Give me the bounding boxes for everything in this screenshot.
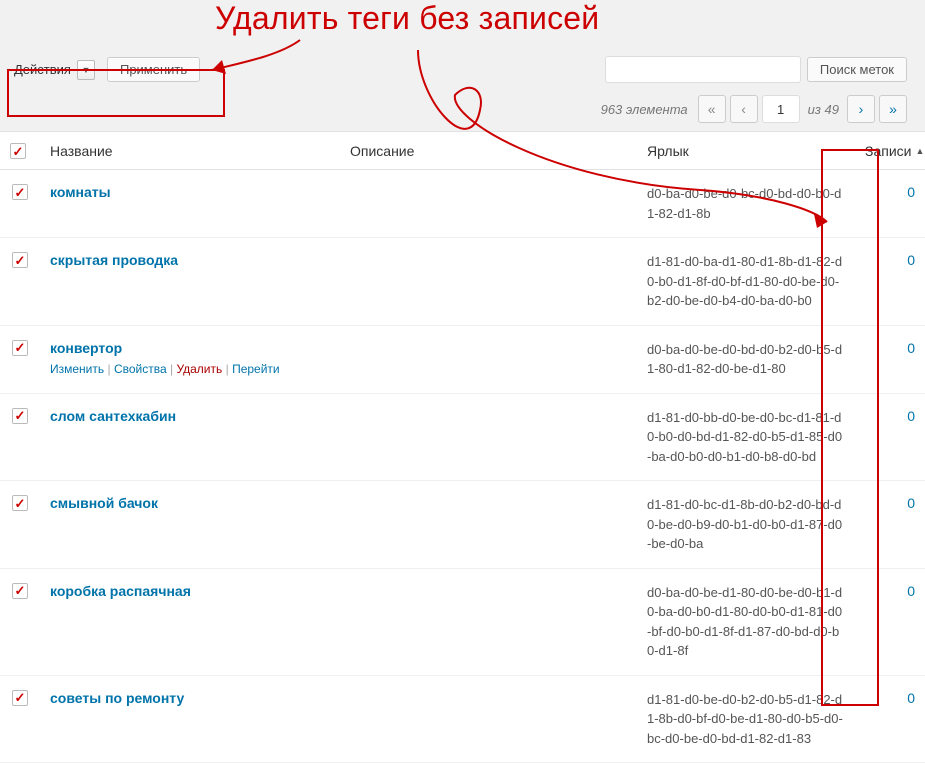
bulk-action-select[interactable]: Действия ▼ — [14, 60, 95, 80]
bulk-actions-group: Действия ▼ Применить — [14, 57, 200, 82]
prev-page-button[interactable]: ‹ — [730, 95, 758, 123]
tag-posts-count[interactable]: 0 — [907, 690, 915, 706]
table-row: скрытая проводка d1-81-d0-ba-d1-80-d1-8b-… — [0, 238, 925, 326]
col-header-description[interactable]: Описание — [340, 132, 637, 170]
table-row: советы по ремонту d1-81-d0-be-d0-b2-d0-b5… — [0, 675, 925, 763]
table-row: коробка распаячная d0-ba-d0-be-d1-80-d0-b… — [0, 568, 925, 675]
tag-description — [340, 170, 637, 238]
row-checkbox[interactable] — [12, 495, 28, 511]
tag-description — [340, 325, 637, 393]
tag-description — [340, 568, 637, 675]
tag-posts-count[interactable]: 0 — [907, 495, 915, 511]
tag-description — [340, 675, 637, 763]
pagination: « ‹ из 49 › » — [698, 95, 907, 123]
tag-posts-count[interactable]: 0 — [907, 408, 915, 424]
table-row: комнаты d0-ba-d0-be-d0-bc-d0-bd-d0-b0-d1-… — [0, 170, 925, 238]
tag-name-link[interactable]: комнаты — [50, 184, 111, 200]
top-toolbar: Действия ▼ Применить Поиск меток — [0, 0, 925, 91]
col-header-posts[interactable]: Записи ▲ — [855, 132, 925, 170]
table-header-row: Название Описание Ярлык Записи ▲ — [0, 132, 925, 170]
tag-slug: d0-ba-d0-be-d0-bd-d0-b2-d0-b5-d1-80-d1-8… — [637, 325, 855, 393]
last-page-button[interactable]: » — [879, 95, 907, 123]
tag-posts-count[interactable]: 0 — [907, 583, 915, 599]
tags-table: Название Описание Ярлык Записи ▲ комнаты… — [0, 131, 925, 763]
search-button[interactable]: Поиск меток — [807, 57, 907, 82]
action-view[interactable]: Перейти — [232, 362, 280, 376]
admin-wrap: Действия ▼ Применить Поиск меток 963 эле… — [0, 0, 925, 763]
chevron-down-icon: ▼ — [77, 60, 95, 80]
tag-description — [340, 481, 637, 569]
table-row: конвертор Изменить | Свойства | Удалить |… — [0, 325, 925, 393]
table-nav: 963 элемента « ‹ из 49 › » — [0, 91, 925, 131]
row-checkbox[interactable] — [12, 184, 28, 200]
item-count: 963 элемента — [601, 102, 688, 117]
table-row: смывной бачок d1-81-d0-bc-d1-8b-d0-b2-d0-… — [0, 481, 925, 569]
col-header-name[interactable]: Название — [40, 132, 340, 170]
tag-slug: d0-ba-d0-be-d0-bc-d0-bd-d0-b0-d1-82-d1-8… — [637, 170, 855, 238]
bulk-action-label: Действия — [14, 62, 71, 77]
tag-name-link[interactable]: слом сантехкабин — [50, 408, 176, 424]
row-checkbox[interactable] — [12, 408, 28, 424]
select-all-checkbox[interactable] — [10, 143, 26, 159]
tag-posts-count[interactable]: 0 — [907, 184, 915, 200]
tag-slug: d1-81-d0-be-d0-b2-d0-b5-d1-82-d1-8b-d0-b… — [637, 675, 855, 763]
tag-description — [340, 393, 637, 481]
tag-name-link[interactable]: скрытая проводка — [50, 252, 178, 268]
search-group: Поиск меток — [605, 56, 907, 83]
tag-slug: d1-81-d0-bb-d0-be-d0-bc-d1-81-d0-b0-d0-b… — [637, 393, 855, 481]
tag-slug: d1-81-d0-ba-d1-80-d1-8b-d1-82-d0-b0-d1-8… — [637, 238, 855, 326]
tag-name-link[interactable]: коробка распаячная — [50, 583, 191, 599]
row-actions: Изменить | Свойства | Удалить | Перейти — [50, 360, 330, 379]
tag-posts-count[interactable]: 0 — [907, 252, 915, 268]
action-edit[interactable]: Изменить — [50, 362, 104, 376]
table-row: слом сантехкабин d1-81-d0-bb-d0-be-d0-bc-… — [0, 393, 925, 481]
tag-slug: d0-ba-d0-be-d1-80-d0-be-d0-b1-d0-ba-d0-b… — [637, 568, 855, 675]
tag-name-link[interactable]: смывной бачок — [50, 495, 158, 511]
search-input[interactable] — [605, 56, 801, 83]
tag-name-link[interactable]: советы по ремонту — [50, 690, 184, 706]
page-total: из 49 — [808, 102, 839, 117]
row-checkbox[interactable] — [12, 340, 28, 356]
tag-description — [340, 238, 637, 326]
row-checkbox[interactable] — [12, 690, 28, 706]
apply-button[interactable]: Применить — [107, 57, 200, 82]
tag-slug: d1-81-d0-bc-d1-8b-d0-b2-d0-bd-d0-be-d0-b… — [637, 481, 855, 569]
action-delete[interactable]: Удалить — [176, 362, 222, 376]
tag-posts-count[interactable]: 0 — [907, 340, 915, 356]
page-input[interactable] — [762, 95, 800, 123]
col-header-slug[interactable]: Ярлык — [637, 132, 855, 170]
row-checkbox[interactable] — [12, 252, 28, 268]
first-page-button[interactable]: « — [698, 95, 726, 123]
action-quick-edit[interactable]: Свойства — [114, 362, 167, 376]
sort-asc-icon: ▲ — [915, 146, 924, 156]
next-page-button[interactable]: › — [847, 95, 875, 123]
tag-name-link[interactable]: конвертор — [50, 340, 122, 356]
row-checkbox[interactable] — [12, 583, 28, 599]
